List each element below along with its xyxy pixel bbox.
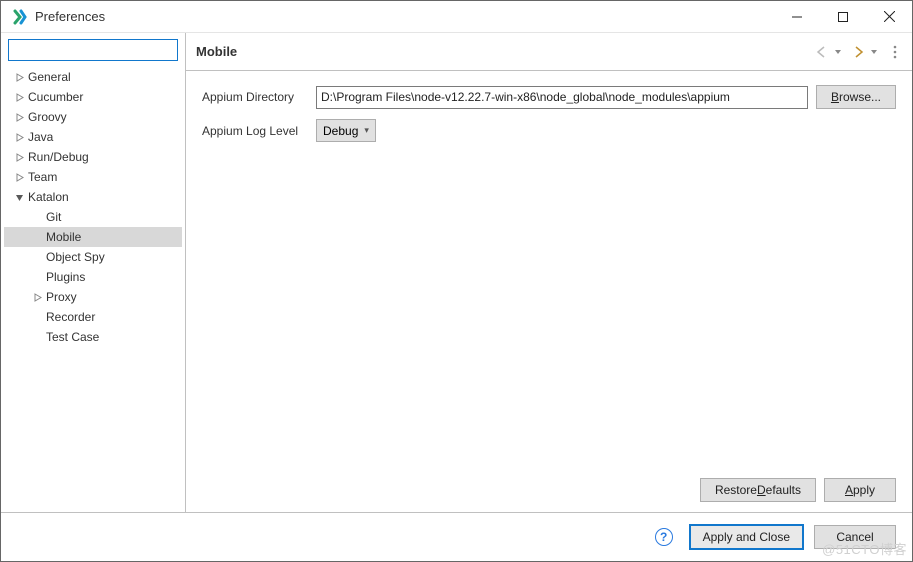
tree-item-label: Proxy — [44, 290, 77, 304]
chevron-right-icon[interactable] — [12, 90, 26, 104]
tree-item-general[interactable]: General — [4, 67, 182, 87]
tree-item-label: Test Case — [44, 330, 99, 344]
sidebar: General Cucumber Groovy Java Run/Debug Team Ka… — [1, 33, 186, 512]
tree-item-object-spy[interactable]: Object Spy — [4, 247, 182, 267]
app-icon — [11, 8, 29, 26]
tree-item-java[interactable]: Java — [4, 127, 182, 147]
tree-item-katalon[interactable]: Katalon — [4, 187, 182, 207]
cancel-button[interactable]: Cancel — [814, 525, 896, 549]
appium-directory-row: Appium Directory Browse... — [202, 85, 896, 109]
appium-log-level-row: Appium Log Level Debug ▾ — [202, 119, 896, 142]
titlebar: Preferences — [1, 1, 912, 33]
chevron-right-icon[interactable] — [12, 110, 26, 124]
preferences-window: Preferences General Cucumber Groovy Java Run… — [0, 0, 913, 562]
help-icon[interactable]: ? — [655, 528, 673, 546]
nav-back-button[interactable] — [814, 46, 832, 58]
filter-box — [8, 39, 178, 61]
main-body: Appium Directory Browse... Appium Log Le… — [186, 71, 912, 470]
tree-item-mobile[interactable]: Mobile — [4, 227, 182, 247]
tree-item-label: Run/Debug — [26, 150, 89, 164]
tree-item-label: Plugins — [44, 270, 85, 284]
tree-item-cucumber[interactable]: Cucumber — [4, 87, 182, 107]
close-button[interactable] — [866, 1, 912, 32]
appium-log-level-label: Appium Log Level — [202, 124, 308, 138]
tree-item-team[interactable]: Team — [4, 167, 182, 187]
view-menu-icon[interactable] — [888, 45, 902, 59]
page-title: Mobile — [196, 44, 814, 59]
filter-input[interactable] — [8, 39, 178, 61]
dialog-footer: ? Apply and Close Cancel — [1, 513, 912, 561]
nav-back-menu[interactable] — [832, 46, 844, 58]
appium-directory-label: Appium Directory — [202, 90, 308, 104]
tree-item-plugins[interactable]: Plugins — [4, 267, 182, 287]
appium-log-level-select[interactable]: Debug ▾ — [316, 119, 376, 142]
main-panel: Mobile Appium Directo — [186, 33, 912, 512]
tree-item-groovy[interactable]: Groovy — [4, 107, 182, 127]
tree-item-run-debug[interactable]: Run/Debug — [4, 147, 182, 167]
tree-item-label: Team — [26, 170, 57, 184]
chevron-down-icon[interactable] — [12, 190, 26, 204]
appium-directory-input[interactable] — [316, 86, 808, 109]
tree-item-recorder[interactable]: Recorder — [4, 307, 182, 327]
restore-defaults-button[interactable]: Restore Defaults — [700, 478, 816, 502]
tree-item-proxy[interactable]: Proxy — [4, 287, 182, 307]
chevron-right-icon[interactable] — [30, 290, 44, 304]
tree-item-label: Groovy — [26, 110, 67, 124]
content-area: General Cucumber Groovy Java Run/Debug Team Ka… — [1, 33, 912, 513]
chevron-right-icon[interactable] — [12, 150, 26, 164]
tree-item-label: Cucumber — [26, 90, 83, 104]
browse-button[interactable]: Browse... — [816, 85, 896, 109]
apply-and-close-button[interactable]: Apply and Close — [689, 524, 804, 550]
window-title: Preferences — [35, 9, 774, 24]
appium-log-level-value: Debug — [323, 124, 358, 138]
tree-item-git[interactable]: Git — [4, 207, 182, 227]
tree-item-label: Recorder — [44, 310, 95, 324]
chevron-right-icon[interactable] — [12, 70, 26, 84]
chevron-right-icon[interactable] — [12, 130, 26, 144]
tree-item-label: Git — [44, 210, 61, 224]
chevron-down-icon: ▾ — [364, 125, 369, 136]
apply-button[interactable]: Apply — [824, 478, 896, 502]
nav-forward-menu[interactable] — [868, 46, 880, 58]
chevron-right-icon[interactable] — [12, 170, 26, 184]
page-button-bar: Restore Defaults Apply — [186, 470, 912, 512]
maximize-button[interactable] — [820, 1, 866, 32]
tree-item-label: Java — [26, 130, 53, 144]
tree-item-label: Mobile — [44, 230, 81, 244]
tree-item-label: Katalon — [26, 190, 69, 204]
tree-item-label: Object Spy — [44, 250, 105, 264]
main-header: Mobile — [186, 33, 912, 71]
minimize-button[interactable] — [774, 1, 820, 32]
tree-item-test-case[interactable]: Test Case — [4, 327, 182, 347]
nav-forward-button[interactable] — [850, 46, 868, 58]
tree-item-label: General — [26, 70, 71, 84]
preferences-tree[interactable]: General Cucumber Groovy Java Run/Debug Team Ka… — [4, 67, 182, 506]
